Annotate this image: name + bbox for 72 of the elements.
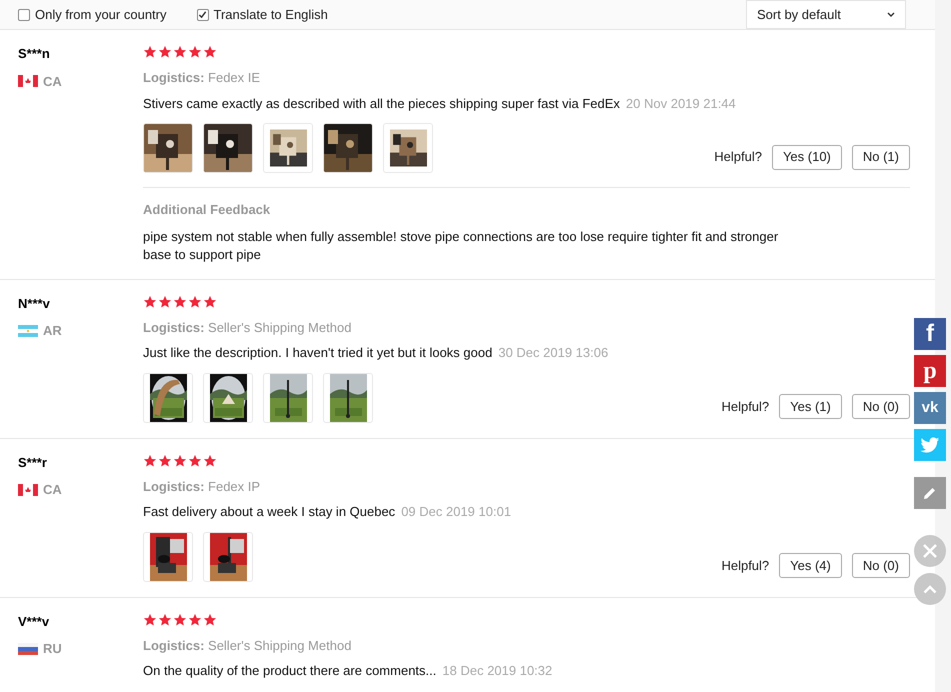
flag-icon [18, 642, 38, 655]
yes-button[interactable]: Yes (1) [779, 394, 842, 419]
feedback-heading: Additional Feedback [143, 201, 272, 219]
share-button[interactable]: p [914, 355, 946, 387]
scroll-top-button[interactable] [914, 573, 946, 605]
checkbox[interactable] [196, 8, 208, 20]
review-text: Just like the description. I haven't tried it yet but it looks good [143, 344, 492, 362]
no-button[interactable]: No (0) [852, 553, 910, 578]
helpful-label: Helpful? [721, 556, 770, 575]
flag-icon [18, 484, 38, 496]
flag-icon [18, 324, 38, 337]
review-date: 18 Dec 2019 10:32 [442, 662, 552, 680]
star-icon [158, 454, 172, 468]
reviewer-name: S***r [18, 454, 48, 472]
star-icon [188, 454, 202, 468]
checkbox-label[interactable]: Only from your country [35, 4, 166, 24]
logistics-text: Logistics: Seller's Shipping Method [143, 318, 352, 337]
helpful-label: Helpful? [714, 148, 762, 166]
review-date: 09 Dec 2019 10:01 [401, 503, 512, 521]
review-date: 20 Nov 2019 21:44 [626, 94, 736, 112]
reviewer-name: N***v [18, 294, 51, 312]
country-code: CA [43, 481, 62, 499]
sort-dropdown[interactable]: Sort by default [746, 0, 906, 29]
checkbox-label[interactable]: Translate to English [214, 4, 328, 24]
review-text: Stivers came exactly as described with all the pieces shipping super fast via FedEx [143, 94, 620, 113]
review-date: 30 Dec 2019 13:06 [498, 344, 608, 362]
reviewer-name: V***v [18, 612, 50, 630]
country-code: RU [43, 640, 62, 658]
share-button[interactable] [914, 429, 946, 461]
country-code: AR [43, 322, 62, 340]
chevron-down-icon [887, 12, 895, 18]
flag-icon [18, 75, 38, 88]
share-button[interactable]: vk [914, 392, 946, 424]
no-button[interactable]: No (1) [852, 144, 910, 170]
star-icon [188, 612, 202, 626]
country-code: CA [43, 72, 62, 90]
no-button[interactable]: No (0) [852, 394, 910, 419]
bird-icon [920, 436, 940, 454]
star-icon [158, 612, 172, 626]
star-icon [203, 294, 217, 308]
star-icon [143, 45, 157, 59]
logistics-text: Logistics: Fedex IE [143, 69, 260, 87]
star-icon [188, 294, 202, 308]
reviewer-name: S***n [18, 45, 51, 63]
pencil-icon [923, 486, 937, 500]
yes-button[interactable]: Yes (4) [779, 553, 842, 578]
star-icon [143, 454, 157, 468]
logistics-text: Logistics: Fedex IP [143, 478, 260, 496]
review-text: On the quality of the product there are comments... [143, 662, 436, 680]
star-icon [173, 454, 187, 468]
close-button[interactable] [914, 535, 946, 567]
star-icon [143, 294, 157, 308]
review-text: Fast delivery about a week I stay in Quebec [143, 503, 396, 521]
star-icon [173, 294, 187, 308]
helpful-label: Helpful? [721, 398, 770, 416]
feedback-text: pipe system not stable when fully assemble! stove pipe connections are too lose require tighter fit and stronger base to support pipe [143, 228, 780, 264]
logistics-text: Logistics: Seller's Shipping Method [143, 636, 352, 655]
share-button[interactable]: f [914, 318, 946, 350]
star-icon [173, 45, 187, 59]
star-icon [203, 612, 217, 626]
star-icon [173, 612, 187, 626]
chevron-up-icon [923, 584, 937, 594]
star-icon [158, 294, 172, 308]
star-icon [188, 45, 202, 59]
star-icon [203, 45, 217, 59]
star-icon [158, 45, 172, 59]
star-icon [143, 612, 157, 626]
star-icon [203, 454, 217, 468]
checkbox[interactable] [18, 8, 30, 20]
edit-button[interactable] [914, 477, 946, 509]
close-icon [922, 543, 938, 559]
yes-button[interactable]: Yes (10) [772, 144, 842, 170]
